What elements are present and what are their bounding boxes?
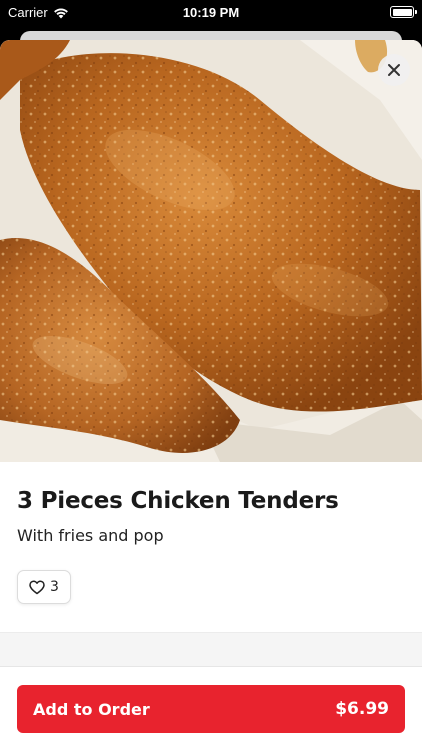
add-to-order-button[interactable]: Add to Order $6.99 — [17, 685, 405, 733]
like-count: 3 — [50, 579, 59, 595]
status-bar: Carrier 10:19 PM — [0, 0, 422, 28]
item-detail-sheet: 3 Pieces Chicken Tenders With fries and … — [0, 40, 422, 750]
close-button[interactable] — [378, 54, 410, 86]
order-footer: Add to Order $6.99 — [0, 666, 422, 750]
battery-icon — [390, 6, 417, 18]
section-divider — [0, 632, 422, 667]
item-photo — [0, 40, 422, 462]
clock: 10:19 PM — [182, 5, 240, 20]
item-title: 3 Pieces Chicken Tenders — [17, 488, 339, 514]
like-button[interactable]: 3 — [17, 570, 71, 604]
heart-icon — [29, 579, 45, 594]
close-icon — [388, 64, 400, 76]
item-description: With fries and pop — [17, 526, 164, 545]
fried-chicken-tenders-photo — [0, 40, 422, 462]
add-to-order-label: Add to Order — [33, 699, 150, 719]
order-price: $6.99 — [335, 699, 389, 719]
